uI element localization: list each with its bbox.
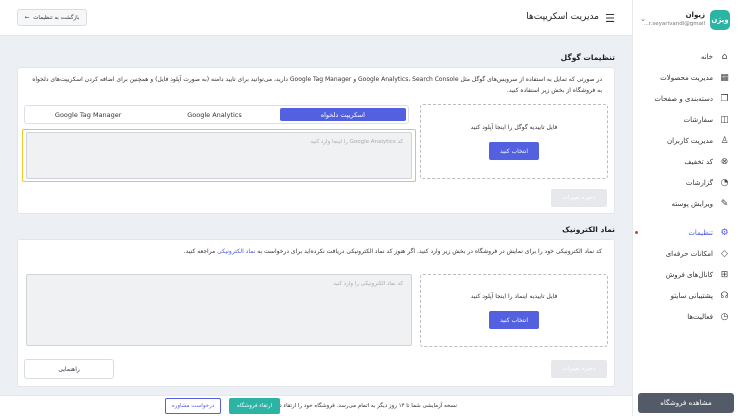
grid-icon: ▦ xyxy=(720,72,729,83)
enamad-code-textarea[interactable]: کد نماد الکترونیکی را وارد کنید xyxy=(26,274,412,346)
sidebar-item-label: کانال‌های فروش xyxy=(665,270,713,279)
sidebar-item-label: پشتیبانی سایتو xyxy=(670,291,713,300)
sidebar: ویژن زیوان r.seyarivandi@gmail... ⌄ ⌂ خان… xyxy=(632,0,740,416)
sidebar-nav: ⌂ خانه ▦ مدیریت محصولات ❐ دسته‌بندی و صفحات… xyxy=(632,46,740,327)
sidebar-item-support[interactable]: ☊ پشتیبانی سایتو xyxy=(632,285,740,306)
back-button-label: بازگشت به تنظیمات xyxy=(33,14,80,21)
enamad-link[interactable]: نماد الکترونیکی xyxy=(217,248,255,255)
sidebar-item-label: سفارشات xyxy=(683,115,713,124)
sidebar-item-label: خانه xyxy=(700,52,713,61)
sidebar-item-orders[interactable]: ◫ سفارشات xyxy=(632,109,740,130)
sidebar-item-label: کد تخفیف xyxy=(684,157,713,166)
store-name: زیوان xyxy=(685,11,705,19)
trial-bar: نسخه آزمایشی شما تا ۱۴ روز دیگر به اتمام… xyxy=(0,395,632,416)
consult-request-button[interactable]: درخواست مشاوره xyxy=(165,398,221,414)
sidebar-item-label: فعالیت‌ها xyxy=(687,312,713,321)
upgrade-store-button[interactable]: ارتقاء فروشگاه xyxy=(229,398,280,414)
arrow-left-icon: ← xyxy=(24,14,30,21)
google-section-title: تنظیمات گوگل xyxy=(560,53,615,62)
enamad-upload-dropzone[interactable]: فایل تاییدیه اینماد را اینجا آپلود کنید … xyxy=(420,274,608,347)
enamad-description: کد نماد الکترونیکی خود را برای نمایش در … xyxy=(30,246,602,257)
enamad-description-text: کد نماد الکترونیکی خود را برای نمایش در … xyxy=(257,248,602,255)
enamad-section-title: نماد الکترونیک xyxy=(562,225,615,234)
bag-icon: ◫ xyxy=(720,114,729,125)
view-store-button[interactable]: مشاهده فروشگاه xyxy=(638,393,734,413)
google-script-textarea[interactable]: کد Google Analytics را اینجا وارد کنید xyxy=(26,132,412,179)
trial-message: نسخه آزمایشی شما تا ۱۴ روز دیگر به اتمام… xyxy=(270,403,457,409)
sidebar-item-channels[interactable]: ⊞ کانال‌های فروش xyxy=(632,264,740,285)
channels-icon: ⊞ xyxy=(720,269,729,280)
store-email: r.seyarivandi@gmail... xyxy=(643,21,705,27)
sidebar-item-settings[interactable]: ⚙ تنظیمات xyxy=(632,222,740,243)
page-title: مدیریت اسکریپت‌ها xyxy=(526,12,599,22)
chart-icon: ◔ xyxy=(720,177,729,188)
home-icon: ⌂ xyxy=(721,51,728,62)
user-icon: ♙ xyxy=(720,135,729,146)
percent-icon: ⊗ xyxy=(720,156,729,167)
sidebar-item-label: تنظیمات xyxy=(688,228,713,237)
google-save-button[interactable]: ذخیره تغییرات xyxy=(551,189,607,207)
chevron-down-icon[interactable]: ⌄ xyxy=(640,15,646,23)
sidebar-item-activities[interactable]: ◷ فعالیت‌ها xyxy=(632,306,740,327)
google-upload-dropzone[interactable]: فایل تاییدیه گوگل را اینجا آپلود کنید ان… xyxy=(420,104,608,179)
enamad-upload-label: فایل تاییدیه اینماد را اینجا آپلود کنید xyxy=(470,293,558,300)
google-description: در صورتی که تمایل به استفاده از سرویس‌ها… xyxy=(32,76,602,94)
google-upload-label: فایل تاییدیه گوگل را اینجا آپلود کنید xyxy=(470,124,558,131)
notification-dot xyxy=(635,231,638,234)
gear-icon: ⚙ xyxy=(720,227,729,238)
edit-icon: ✎ xyxy=(720,198,729,209)
top-bar: ☰ مدیریت اسکریپت‌ها بازگشت به تنظیمات ← xyxy=(0,0,632,36)
enamad-upload-button[interactable]: انتخاب کنید xyxy=(489,311,539,329)
sidebar-item-discount[interactable]: ⊗ کد تخفیف xyxy=(632,151,740,172)
tab-custom-script[interactable]: اسکریپت دلخواه xyxy=(279,108,406,121)
enamad-description-end: مراجعه کنید. xyxy=(183,248,216,255)
script-tabs: اسکریپت دلخواه Google Analytics Google T… xyxy=(24,105,409,124)
hamburger-icon[interactable]: ☰ xyxy=(605,12,615,25)
sidebar-item-products[interactable]: ▦ مدیریت محصولات xyxy=(632,67,740,88)
tab-google-analytics[interactable]: Google Analytics xyxy=(151,106,277,123)
back-to-settings-button[interactable]: بازگشت به تنظیمات ← xyxy=(17,9,87,26)
sidebar-item-users[interactable]: ♙ مدیریت کاربران xyxy=(632,130,740,151)
sidebar-item-label: دسته‌بندی و صفحات xyxy=(654,94,713,103)
sidebar-item-reports[interactable]: ◔ گزارشات xyxy=(632,172,740,193)
diamond-icon: ◇ xyxy=(721,248,728,259)
sidebar-item-home[interactable]: ⌂ خانه xyxy=(632,46,740,67)
sidebar-item-pro-features[interactable]: ◇ امکانات حرفه‌ای xyxy=(632,243,740,264)
guide-button[interactable]: راهنمایی xyxy=(24,359,114,379)
tab-google-tag-manager[interactable]: Google Tag Manager xyxy=(25,106,151,123)
sidebar-item-label: مدیریت محصولات xyxy=(660,73,713,82)
clock-icon: ◷ xyxy=(720,311,729,322)
headset-icon: ☊ xyxy=(720,290,729,301)
google-upload-button[interactable]: انتخاب کنید xyxy=(489,142,539,160)
store-switcher[interactable]: ویژن زیوان r.seyarivandi@gmail... ⌄ xyxy=(640,10,730,30)
store-logo: ویژن xyxy=(710,10,730,30)
enamad-save-button[interactable]: ذخیره تغییرات xyxy=(551,360,607,378)
sidebar-item-label: گزارشات xyxy=(685,178,713,187)
sidebar-item-label: امکانات حرفه‌ای xyxy=(665,249,713,258)
sidebar-item-label: ویرایش پوسته xyxy=(671,199,713,208)
sidebar-item-label: مدیریت کاربران xyxy=(666,136,713,145)
sidebar-item-theme[interactable]: ✎ ویرایش پوسته xyxy=(632,193,740,214)
copy-icon: ❐ xyxy=(720,93,729,104)
sidebar-item-categories[interactable]: ❐ دسته‌بندی و صفحات xyxy=(632,88,740,109)
